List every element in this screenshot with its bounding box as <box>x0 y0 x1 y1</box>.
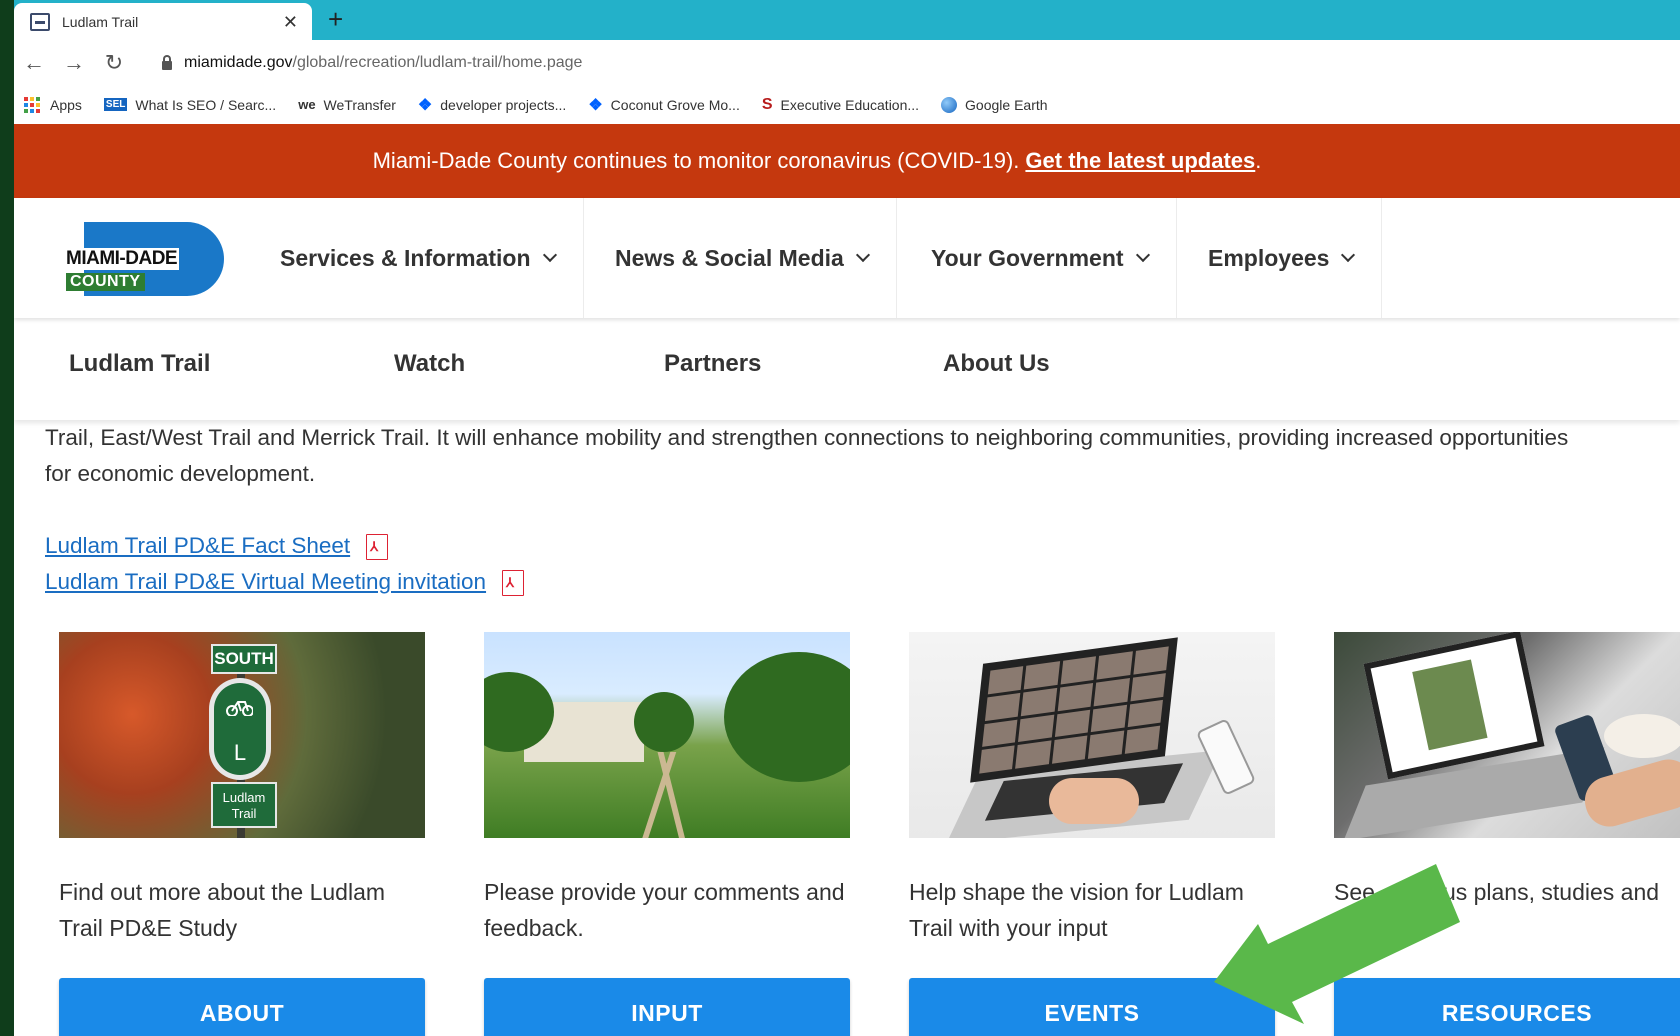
subnav-partners[interactable]: Partners <box>664 350 761 378</box>
button-label: INPUT <box>631 1000 703 1026</box>
card-description-end: us plans, studies and <box>1442 879 1660 905</box>
nav-your-government[interactable]: Your Government <box>903 198 1177 318</box>
card-description: Find out more about the Ludlam Trail PD&… <box>59 879 386 941</box>
bookmark-label: What Is SEO / Searc... <box>135 96 277 113</box>
nav-label: Services & Information <box>280 244 531 271</box>
nav-label: News & Social Media <box>615 244 844 271</box>
tab-strip: Ludlam Trail ✕ + <box>14 0 1680 40</box>
bookmark-label: Coconut Grove Mo... <box>610 96 740 113</box>
chevron-down-icon <box>1135 247 1150 263</box>
wetransfer-icon: we <box>298 97 316 112</box>
reload-icon[interactable]: ↻ <box>94 50 134 76</box>
bookmark-seo[interactable]: SEL What Is SEO / Searc... <box>103 96 277 113</box>
bookmark-developer-projects[interactable]: ❖ developer projects... <box>418 95 566 115</box>
pdf-icon[interactable]: ⅄ <box>498 567 528 597</box>
nav-employees[interactable]: Employees <box>1180 198 1383 318</box>
bookmark-apps[interactable]: Apps <box>24 96 82 113</box>
about-button[interactable]: ABOUT <box>59 978 425 1036</box>
card-events: Help shape the vision for Ludlam Trail w… <box>909 632 1275 1036</box>
bookmark-coconut-grove[interactable]: ❖ Coconut Grove Mo... <box>588 95 740 115</box>
meeting-invitation-link[interactable]: Ludlam Trail PD&E Virtual Meeting invita… <box>45 569 486 595</box>
address-bar[interactable]: miamidade.gov/global/recreation/ludlam-t… <box>162 48 1680 78</box>
sign-south-text: SOUTH <box>211 644 277 674</box>
bookmark-executive-education[interactable]: S Executive Education... <box>762 96 919 114</box>
forward-arrow-icon[interactable]: → <box>54 50 94 76</box>
subnav-about-us[interactable]: About Us <box>943 350 1050 378</box>
sign-letter: L <box>214 683 266 775</box>
bookmark-label: Executive Education... <box>780 96 920 113</box>
bookmark-label: Apps <box>50 96 82 113</box>
covid-banner-suffix: . <box>1255 148 1262 173</box>
bookmark-label: Google Earth <box>965 96 1048 113</box>
laptop-meeting-photo <box>909 632 1275 838</box>
chevron-down-icon <box>542 247 557 263</box>
nav-news-social-media[interactable]: News & Social Media <box>587 198 897 318</box>
sign-bottom-line-1: Ludlam <box>222 790 266 805</box>
intro-line-1: Trail, East/West Trail and Merrick Trail… <box>45 425 1569 450</box>
close-tab-icon[interactable]: ✕ <box>283 13 298 31</box>
fact-sheet-link-row: Ludlam Trail PD&E Fact Sheet ⅄ <box>45 528 1680 564</box>
bookmark-wetransfer[interactable]: we WeTransfer <box>298 97 396 113</box>
sel-icon: SEL <box>103 98 128 111</box>
subnav-watch[interactable]: Watch <box>394 350 465 378</box>
covid-banner: Miami-Dade County continues to monitor c… <box>14 124 1680 198</box>
logo-text: MIAMI-DADE <box>64 248 180 270</box>
bookmark-label: WeTransfer <box>323 96 396 113</box>
covid-banner-text: Miami-Dade County continues to monitor c… <box>372 148 1020 173</box>
subnav-ludlam-trail[interactable]: Ludlam Trail <box>69 350 210 378</box>
intro-line-2: for economic development. <box>45 461 316 486</box>
new-tab-icon[interactable]: + <box>328 6 343 32</box>
chevron-down-icon <box>1341 247 1356 263</box>
logo-subtext: COUNTY <box>66 273 145 291</box>
laptop-phone-photo <box>1334 632 1680 838</box>
card-input: Please provide your comments and feedbac… <box>484 632 850 1036</box>
lock-icon <box>162 54 172 70</box>
dropbox-icon: ❖ <box>588 96 603 114</box>
meeting-invitation-link-row: Ludlam Trail PD&E Virtual Meeting invita… <box>45 564 1680 600</box>
url-domain: miamidade.gov <box>184 54 293 71</box>
button-label: EVENTS <box>1044 1000 1140 1026</box>
chevron-down-icon <box>855 247 870 263</box>
bicycle-icon <box>226 701 253 716</box>
trail-sign-photo: SOUTH L Ludlam Trail <box>59 632 425 838</box>
main-navigation: MIAMI-DADE COUNTY Services & Information… <box>14 198 1680 318</box>
nav-label: Employees <box>1208 244 1330 271</box>
main-content: Trail, East/West Trail and Merrick Trail… <box>45 420 1680 1036</box>
apps-grid-icon <box>24 96 40 113</box>
nav-label: Your Government <box>931 244 1124 271</box>
bookmark-label: developer projects... <box>440 96 567 113</box>
green-arrow-annotation <box>1214 864 1460 1024</box>
card-description: Please provide your comments and feedbac… <box>484 879 845 941</box>
card-resources: See us plans, studies and RESOURCES <box>1334 632 1680 1036</box>
nav-services-information[interactable]: Services & Information <box>252 198 584 318</box>
bookmarks-bar: Apps SEL What Is SEO / Searc... we WeTra… <box>14 85 1680 124</box>
browser-toolbar: ← → ↻ miamidade.gov/global/recreation/lu… <box>14 40 1680 85</box>
fact-sheet-link[interactable]: Ludlam Trail PD&E Fact Sheet <box>45 533 350 559</box>
button-label: ABOUT <box>199 1000 285 1026</box>
tab-title: Ludlam Trail <box>62 13 139 30</box>
bookmark-google-earth[interactable]: Google Earth <box>941 96 1048 113</box>
trail-path-photo <box>484 632 850 838</box>
browser-window: Ludlam Trail ✕ + ← → ↻ miamidade.gov/glo… <box>14 0 1680 1036</box>
sub-navigation: Ludlam Trail Watch Partners About Us <box>14 318 1680 420</box>
browser-tab[interactable]: Ludlam Trail ✕ <box>14 3 312 40</box>
covid-updates-link[interactable]: Get the latest updates <box>1025 148 1255 174</box>
s-logo-icon: S <box>761 95 773 113</box>
back-arrow-icon[interactable]: ← <box>14 50 54 76</box>
dropbox-icon: ❖ <box>417 96 433 114</box>
url-path: /global/recreation/ludlam-trail/home.pag… <box>292 54 583 71</box>
input-button[interactable]: INPUT <box>484 978 850 1036</box>
sign-bottom-line-2: Trail <box>231 806 257 821</box>
page-favicon-icon <box>30 12 50 31</box>
google-earth-icon <box>941 96 958 113</box>
pdf-icon[interactable]: ⅄ <box>362 531 392 561</box>
miami-dade-logo[interactable]: MIAMI-DADE COUNTY <box>64 222 224 296</box>
intro-paragraph: Trail, East/West Trail and Merrick Trail… <box>45 420 1680 492</box>
card-about: SOUTH L Ludlam Trail Find out more about … <box>59 632 425 1036</box>
